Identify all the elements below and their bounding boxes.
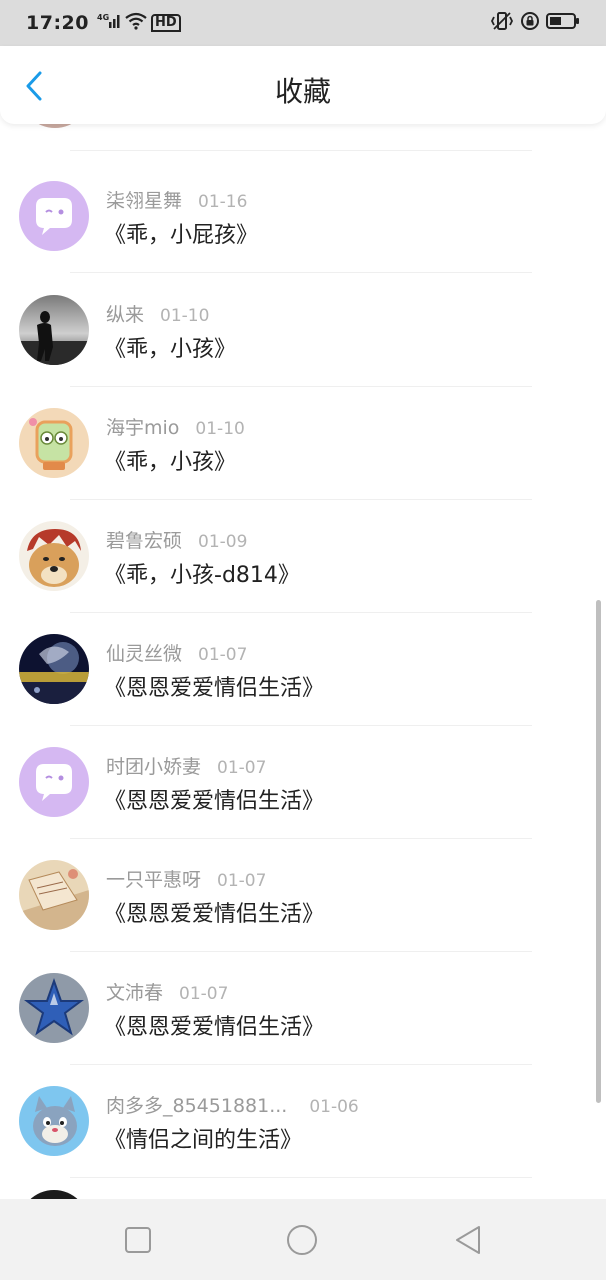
- nav-bar: [0, 1199, 606, 1280]
- user-name[interactable]: 时团小娇妻: [106, 752, 201, 779]
- user-name[interactable]: 文沛春: [106, 978, 163, 1005]
- post-title[interactable]: 《情侣之间的生活》: [104, 1122, 302, 1154]
- post-date: 01-06: [309, 1097, 359, 1117]
- nav-back-button[interactable]: [451, 1223, 485, 1257]
- user-name[interactable]: 仙灵丝微: [106, 639, 182, 666]
- recent-apps-icon: [125, 1227, 151, 1253]
- post-title[interactable]: 《恩恩爱爱情侣生活》: [104, 1009, 324, 1041]
- user-name[interactable]: 一只平惠呀: [106, 865, 201, 892]
- signal-icon: 4G: [97, 12, 121, 34]
- favorites-list: 柒翎星舞 01-16 《乖，小屁孩》 纵来 01-10 《乖，小孩》 海宇mio…: [0, 124, 606, 1200]
- hd-icon: HD: [150, 14, 181, 32]
- list-item[interactable]: 仙灵丝微 01-07 《恩恩爱爱情侣生活》: [0, 613, 606, 726]
- user-line: 纵来 01-10: [106, 300, 209, 327]
- user-line: 一只平惠呀 01-07: [106, 865, 266, 892]
- post-title[interactable]: 《恩恩爱爱情侣生活》: [104, 896, 324, 928]
- user-name[interactable]: 纵来: [106, 300, 144, 327]
- post-date: 01-10: [195, 419, 245, 439]
- user-name[interactable]: 柒翎星舞: [106, 186, 182, 213]
- post-date: 01-10: [160, 306, 210, 326]
- list-item[interactable]: 肉多多_85451881... 01-06 《情侣之间的生活》: [0, 1065, 606, 1178]
- divider: [70, 150, 532, 151]
- post-title[interactable]: 《恩恩爱爱情侣生活》: [104, 783, 324, 815]
- user-line: 海宇mio 01-10: [106, 413, 245, 440]
- post-title[interactable]: 《乖，小孩》: [104, 331, 236, 363]
- avatar[interactable]: [19, 295, 89, 365]
- list-item[interactable]: 柒翎星舞 01-16 《乖，小屁孩》: [0, 160, 606, 273]
- home-button[interactable]: [285, 1223, 319, 1257]
- post-title[interactable]: 《乖，小孩》: [104, 444, 236, 476]
- list-item[interactable]: 碧鲁宏硕 01-09 《乖，小孩-d814》: [0, 500, 606, 613]
- wifi-icon: [125, 12, 147, 34]
- user-name[interactable]: 碧鲁宏硕: [106, 526, 182, 553]
- user-line: 柒翎星舞 01-16: [106, 186, 247, 213]
- home-icon: [287, 1225, 317, 1255]
- post-date: 01-16: [198, 192, 248, 212]
- user-line: 时团小娇妻 01-07: [106, 752, 266, 779]
- user-name[interactable]: 海宇mio: [106, 413, 179, 440]
- battery-icon: [546, 12, 580, 34]
- post-date: 01-07: [217, 758, 267, 778]
- list-item[interactable]: 纵来 01-10 《乖，小孩》: [0, 274, 606, 387]
- lock-rotation-icon: [520, 11, 540, 35]
- post-title[interactable]: 《乖，小屁孩》: [104, 217, 258, 249]
- post-title[interactable]: 《恩恩爱爱情侣生活》: [104, 670, 324, 702]
- list-item[interactable]: 文沛春 01-07 《恩恩爱爱情侣生活》: [0, 952, 606, 1065]
- user-line: 仙灵丝微 01-07: [106, 639, 247, 666]
- scrollbar[interactable]: [596, 600, 601, 1103]
- status-bar: 17:20 4G HD: [0, 0, 606, 46]
- post-date: 01-09: [198, 532, 248, 552]
- avatar[interactable]: [19, 521, 89, 591]
- avatar[interactable]: [19, 408, 89, 478]
- header: 收藏: [0, 46, 606, 124]
- network-label: 4G: [97, 13, 109, 22]
- avatar[interactable]: [19, 181, 89, 251]
- avatar[interactable]: [19, 973, 89, 1043]
- post-date: 01-07: [217, 871, 267, 891]
- avatar[interactable]: [19, 747, 89, 817]
- partial-avatar: [20, 124, 90, 128]
- list-item[interactable]: 海宇mio 01-10 《乖，小孩》: [0, 387, 606, 500]
- avatar[interactable]: [19, 1086, 89, 1156]
- user-name[interactable]: 肉多多_85451881...: [106, 1091, 287, 1118]
- list-item[interactable]: 一只平惠呀 01-07 《恩恩爱爱情侣生活》: [0, 839, 606, 952]
- post-title[interactable]: 《乖，小孩-d814》: [104, 557, 300, 589]
- divider: [70, 1177, 532, 1178]
- status-left-icons: 4G HD: [97, 12, 181, 34]
- list-item[interactable]: 时团小娇妻 01-07 《恩恩爱爱情侣生活》: [0, 726, 606, 839]
- divider: [70, 272, 532, 273]
- user-line: 肉多多_85451881... 01-06: [106, 1091, 359, 1118]
- user-line: 文沛春 01-07: [106, 978, 228, 1005]
- status-time: 17:20: [26, 12, 89, 34]
- status-right-icons: [490, 11, 580, 35]
- back-icon: [456, 1226, 480, 1254]
- user-line: 碧鲁宏硕 01-09: [106, 526, 247, 553]
- post-date: 01-07: [198, 645, 248, 665]
- avatar[interactable]: [19, 860, 89, 930]
- post-date: 01-07: [179, 984, 229, 1004]
- page-title: 收藏: [274, 75, 331, 108]
- screen: 17:20 4G HD 收藏 柒翎星舞 01-16 《乖，小屁孩》 纵来 01-…: [0, 0, 606, 1280]
- recent-apps-button[interactable]: [121, 1223, 155, 1257]
- avatar[interactable]: [19, 634, 89, 704]
- vibrate-icon: [490, 11, 514, 35]
